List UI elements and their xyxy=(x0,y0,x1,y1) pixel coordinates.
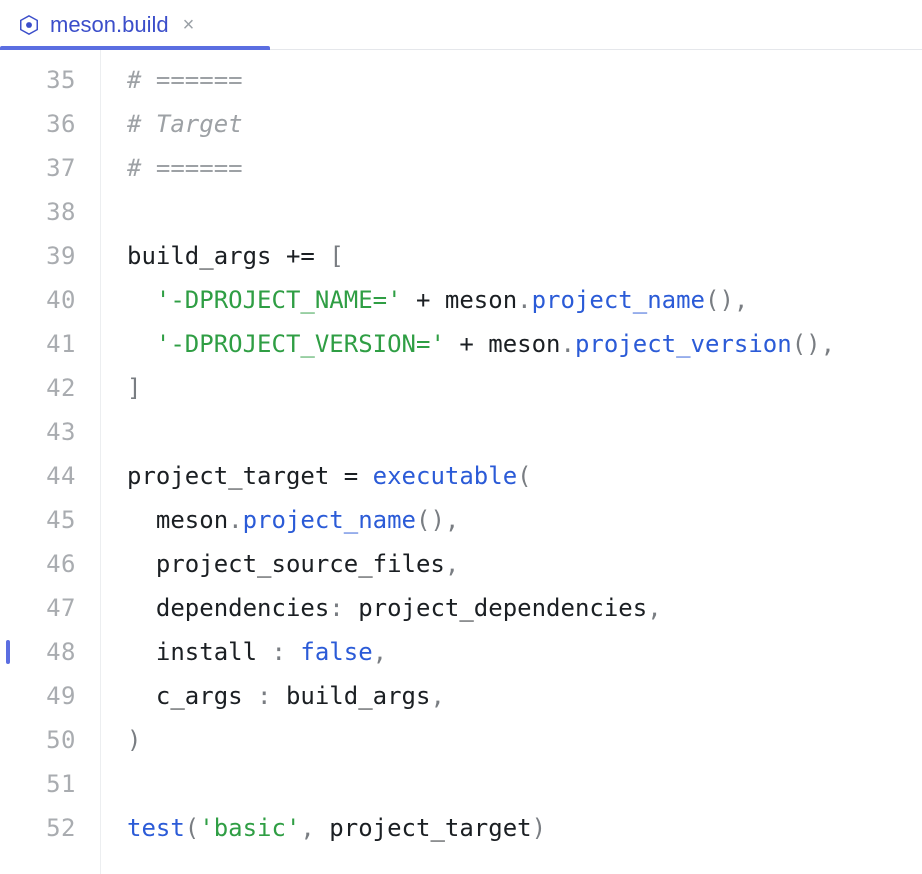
code-line[interactable]: ] xyxy=(127,366,922,410)
code-line[interactable]: build_args += [ xyxy=(127,234,922,278)
line-number: 50 xyxy=(0,718,76,762)
code-line[interactable] xyxy=(127,410,922,454)
meson-file-icon xyxy=(18,14,40,36)
code-editor[interactable]: 353637383940414243444546474849505152 # =… xyxy=(0,50,922,874)
line-number: 35 xyxy=(0,58,76,102)
line-number: 36 xyxy=(0,102,76,146)
code-line[interactable]: # ====== xyxy=(127,146,922,190)
code-line[interactable] xyxy=(127,190,922,234)
code-line[interactable]: project_target = executable( xyxy=(127,454,922,498)
line-number: 44 xyxy=(0,454,76,498)
tab-bar: meson.build × xyxy=(0,0,922,50)
tab-meson-build[interactable]: meson.build × xyxy=(0,0,212,49)
code-line[interactable]: ) xyxy=(127,718,922,762)
tab-filename: meson.build xyxy=(50,12,169,38)
line-number: 46 xyxy=(0,542,76,586)
code-line[interactable]: c_args : build_args, xyxy=(127,674,922,718)
line-number: 43 xyxy=(0,410,76,454)
line-number: 48 xyxy=(0,630,76,674)
code-line[interactable]: '-DPROJECT_VERSION=' + meson.project_ver… xyxy=(127,322,922,366)
line-number: 39 xyxy=(0,234,76,278)
line-number: 41 xyxy=(0,322,76,366)
code-line[interactable]: install : false, xyxy=(127,630,922,674)
code-line[interactable] xyxy=(127,762,922,806)
line-number: 42 xyxy=(0,366,76,410)
code-line[interactable]: # Target xyxy=(127,102,922,146)
line-number: 37 xyxy=(0,146,76,190)
line-number: 47 xyxy=(0,586,76,630)
gutter: 353637383940414243444546474849505152 xyxy=(0,50,100,874)
line-number: 49 xyxy=(0,674,76,718)
line-number: 38 xyxy=(0,190,76,234)
line-number: 52 xyxy=(0,806,76,850)
code-line[interactable]: meson.project_name(), xyxy=(127,498,922,542)
line-number: 51 xyxy=(0,762,76,806)
line-number: 40 xyxy=(0,278,76,322)
code-line[interactable]: dependencies: project_dependencies, xyxy=(127,586,922,630)
code-line[interactable]: project_source_files, xyxy=(127,542,922,586)
code-line[interactable]: test('basic', project_target) xyxy=(127,806,922,850)
code-area[interactable]: # ======# Target# ====== build_args += [… xyxy=(100,50,922,874)
line-number: 45 xyxy=(0,498,76,542)
code-line[interactable]: '-DPROJECT_NAME=' + meson.project_name()… xyxy=(127,278,922,322)
close-icon[interactable]: × xyxy=(183,15,195,35)
code-line[interactable]: # ====== xyxy=(127,58,922,102)
